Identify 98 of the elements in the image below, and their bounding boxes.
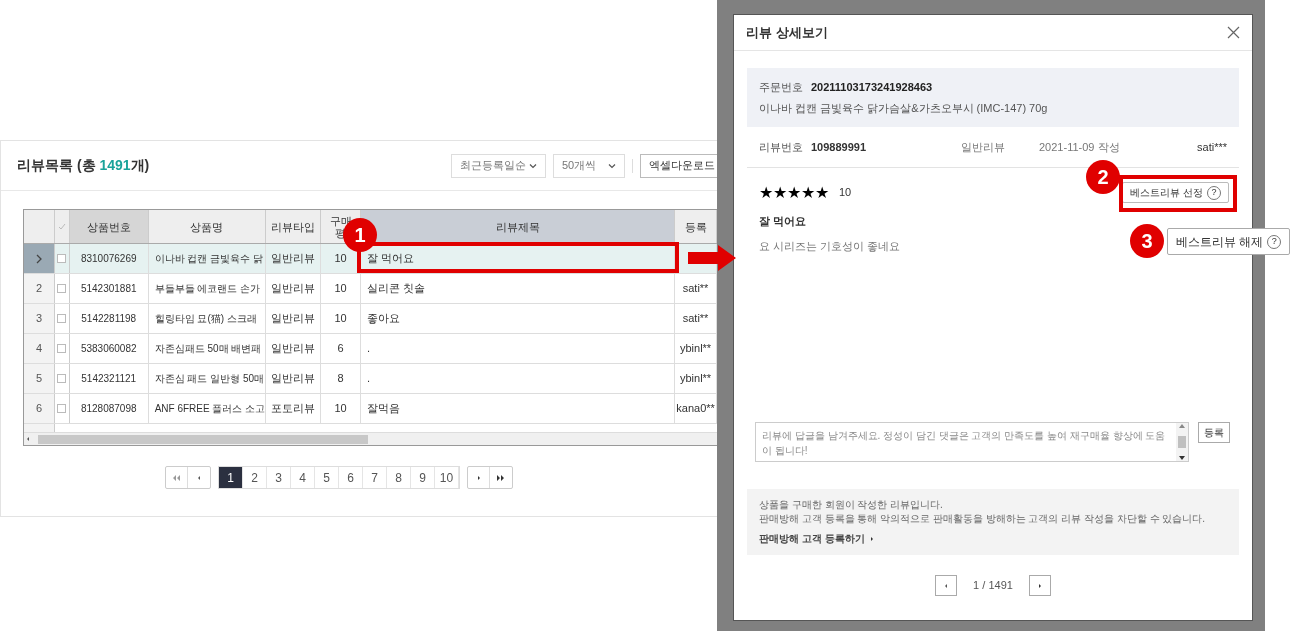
table-row[interactable]: 5 5142321121 자존심 패드 일반형 50매 일반리뷰 8 . ybinl** — [24, 364, 717, 394]
review-date: 2021-11-09 작성 — [1039, 139, 1120, 155]
star-icon: ★ — [801, 184, 815, 201]
column-header: 상품번호 — [69, 210, 149, 243]
star-icon: ★ — [773, 184, 787, 201]
column-header: 리뷰타입 — [266, 210, 322, 243]
table-cell-text: 포토리뷰 — [271, 401, 316, 417]
table-cell-text: 5383060082 — [80, 342, 137, 356]
table-cell-text: 일반리뷰 — [271, 371, 316, 387]
table-cell-text: 이나바 컵캔 금빛육수 닭 — [154, 252, 263, 266]
scroll-up-icon — [1179, 424, 1185, 428]
table-cell-text: 5142321121 — [81, 372, 137, 386]
table-cell-text: 5142301881 — [80, 282, 137, 296]
review-writer: sati*** — [1197, 139, 1227, 155]
chevron-down-icon — [608, 161, 616, 170]
table-row[interactable]: 3 5142281198 힐링타임 묘(猫) 스크래 일반리뷰 10 좋아요 sati** — [24, 304, 717, 334]
table-cell-text: 10 — [334, 401, 347, 417]
close-icon[interactable] — [1227, 26, 1240, 39]
row-header: 5 — [24, 364, 55, 393]
order-label: 주문번호 — [759, 80, 803, 95]
table-cell-text: 8310076269 — [80, 252, 137, 266]
best-review-select-button[interactable]: 베스트리뷰 선정 ? — [1122, 182, 1229, 203]
star-icon: ★ — [787, 184, 801, 201]
table-cell-text: 5142281198 — [81, 312, 137, 326]
best-review-release-button[interactable]: 베스트리뷰 해제 ? — [1167, 228, 1291, 255]
table-cell-text: sati** — [682, 281, 709, 297]
review-number: 109889991 — [811, 139, 868, 155]
table-cell-text: 실리콘 칫솔 — [367, 281, 426, 297]
sort-dropdown[interactable]: 최근등록일순 — [451, 153, 546, 178]
next-review-button[interactable] — [1028, 575, 1051, 596]
table-row[interactable]: 2 5142301881 부들부들 에코랜드 손가 일반리뷰 10 실리콘 칫솔 sati** — [24, 274, 717, 304]
chevron-right-icon — [34, 253, 43, 264]
page-size-dropdown[interactable]: 50개씩 — [553, 153, 625, 178]
table-cell-text: 8 — [337, 371, 344, 387]
chevron-down-icon — [529, 161, 537, 170]
table-cell-text: kana0** — [676, 401, 715, 417]
table-cell-text: 8128087098 — [80, 402, 137, 416]
submit-button[interactable]: 등록 — [1198, 422, 1230, 443]
table-cell-text: 부들부들 에코랜드 손가 — [154, 282, 261, 296]
table-cell-text: 일반리뷰 — [271, 311, 316, 327]
row-header — [24, 424, 55, 432]
table-cell-text: ybinl** — [679, 371, 712, 387]
notice-text: 판매방해 고객 등록을 통해 악의적으로 판매활동을 방해하는 고객의 리뷰 작성을 차단할 수 있습니다. — [759, 512, 1206, 526]
review-body: 요 시리즈는 기호성이 좋네요 — [759, 238, 901, 254]
review-title: 잘 먹어요 — [759, 214, 807, 229]
scroll-down-icon — [1179, 456, 1185, 460]
table-row[interactable]: 6 8128087098 ANF 6FREE 플러스 소고 포토리뷰 10 잘먹음 kana0** — [24, 394, 717, 424]
horizontal-scrollbar[interactable] — [24, 433, 717, 445]
table-cell-text: 잘 먹어요 — [367, 251, 415, 267]
table-cell-text: 일반리뷰 — [271, 251, 316, 267]
table-row[interactable]: 4 5383060082 자존심패드 50매 배변패 일반리뷰 6 . ybinl** — [24, 334, 717, 364]
row-header: 3 — [24, 304, 55, 333]
table-cell-text: 자존심 패드 일반형 50매 — [154, 372, 265, 386]
column-header: 상품명 — [148, 210, 267, 243]
notice-text: 상품을 구매한 회원이 작성한 리뷰입니다. — [759, 498, 943, 512]
table-cell-text: 자존심패드 50매 배변패 — [154, 342, 262, 356]
star-icon: ★ — [815, 184, 829, 201]
product-name: 이나바 컵캔 금빛육수 닭가슴살&가츠오부시 (IMC-147) 70g — [759, 100, 1049, 116]
review-label: 리뷰번호 — [759, 139, 803, 155]
page-button[interactable]: 1 — [219, 467, 243, 488]
vertical-scrollbar[interactable] — [1176, 423, 1188, 461]
block-customer-link[interactable]: 판매방해 고객 등록하기 — [759, 532, 1227, 546]
row-checkbox[interactable] — [57, 344, 67, 353]
table-cell-text: 10 — [334, 251, 347, 267]
row-checkbox[interactable] — [57, 254, 67, 263]
table-cell-text: ybinl** — [679, 341, 712, 357]
list-title: 리뷰목록 (총 1491개) — [17, 156, 150, 175]
table-cell-text: . — [367, 341, 371, 357]
review-type: 일반리뷰 — [961, 139, 1006, 155]
table-cell-text: 10 — [334, 311, 347, 327]
row-checkbox[interactable] — [57, 284, 67, 293]
arrow-icon — [688, 245, 736, 271]
check-all-icon[interactable] — [57, 222, 66, 231]
reply-field[interactable]: 리뷰에 답글을 남겨주세요. 정성이 담긴 댓글은 고객의 만족도를 높여 재구매율 향상에 도움이 됩니다! — [755, 422, 1189, 462]
table-cell-text: 힐링타임 묘(猫) 스크래 — [154, 312, 257, 326]
table-cell-text: 10 — [334, 281, 347, 297]
rating-score: 10 — [839, 185, 852, 201]
row-checkbox[interactable] — [57, 404, 67, 413]
prev-review-button[interactable] — [935, 575, 958, 596]
modal-title: 리뷰 상세보기 — [746, 23, 828, 42]
table-cell-text: 일반리뷰 — [271, 341, 316, 357]
table-cell-text: 일반리뷰 — [271, 281, 316, 297]
review-pager: 1 / 1491 — [973, 578, 1013, 594]
table-cell-text: sati** — [682, 311, 709, 327]
table-cell-text: 6 — [337, 341, 344, 357]
row-header: 6 — [24, 394, 55, 423]
double-left-icon — [172, 474, 181, 481]
order-number: 20211103173241928463 — [811, 80, 933, 95]
table-cell-text: 잘먹음 — [367, 401, 401, 417]
row-header: 2 — [24, 274, 55, 303]
row-header: 4 — [24, 334, 55, 363]
table-cell-text: ANF 6FREE 플러스 소고 — [154, 402, 266, 416]
table-cell-text: 좋아요 — [367, 311, 401, 327]
row-checkbox[interactable] — [57, 374, 67, 383]
table-cell-text: . — [367, 371, 371, 387]
row-checkbox[interactable] — [57, 314, 67, 323]
double-right-icon — [497, 474, 505, 481]
star-icon: ★ — [759, 184, 773, 201]
